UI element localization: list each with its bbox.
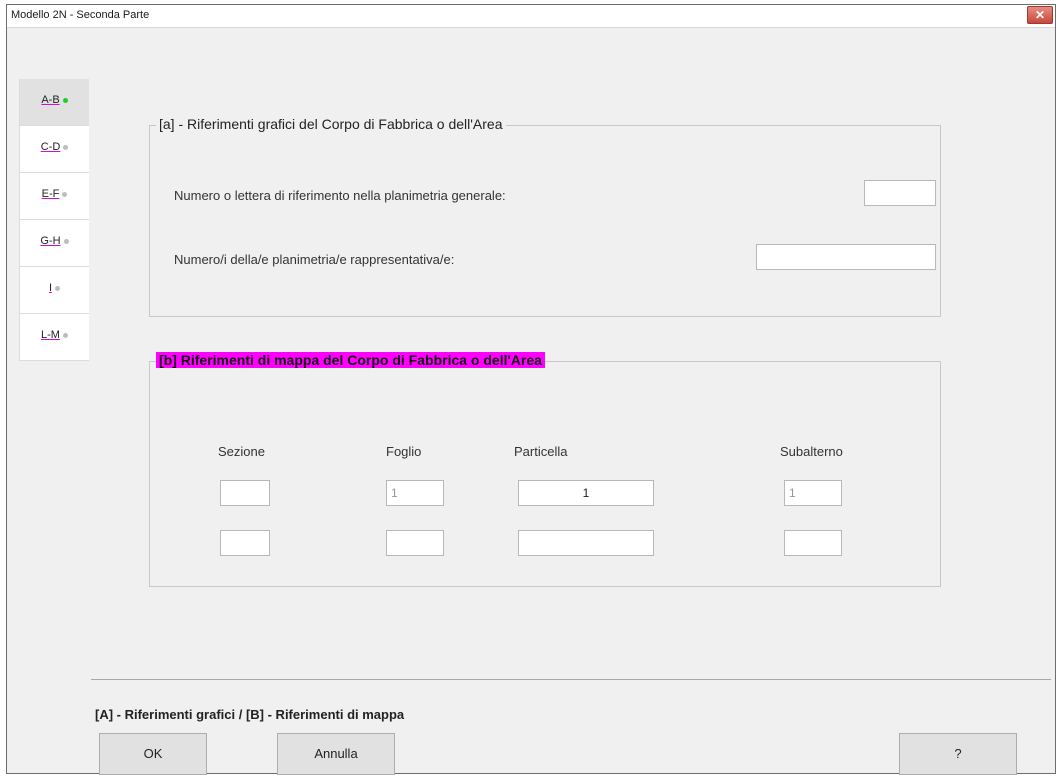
sezione-header: Sezione — [218, 444, 265, 459]
status-dot-icon — [62, 332, 68, 338]
section-b-title: [b] Riferimenti di mappa del Corpo di Fa… — [156, 352, 545, 368]
tab-c-d[interactable]: C-D — [19, 126, 89, 173]
status-dot-icon — [62, 191, 68, 197]
status-dot-icon — [63, 238, 69, 244]
status-dot-icon — [55, 285, 61, 291]
row1-label: Numero o lettera di riferimento nella pl… — [174, 188, 506, 203]
tab-e-f[interactable]: E-F — [19, 173, 89, 220]
tab-i[interactable]: I — [19, 267, 89, 314]
tab-label: I — [48, 282, 53, 294]
title-bar[interactable]: Modello 2N - Seconda Parte ✕ — [7, 5, 1055, 28]
tab-label: C-D — [40, 141, 61, 153]
cancel-button[interactable]: Annulla — [277, 733, 395, 775]
sezione-field-1[interactable] — [220, 480, 270, 506]
footer-legend: [A] - Riferimenti grafici / [B] - Riferi… — [95, 707, 405, 722]
subalterno-field-1[interactable] — [784, 480, 842, 506]
foglio-field-2[interactable] — [386, 530, 444, 556]
particella-field-2[interactable] — [518, 530, 654, 556]
tab-l-m[interactable]: L-M — [19, 314, 89, 361]
particella-field-1[interactable] — [518, 480, 654, 506]
subalterno-field-2[interactable] — [784, 530, 842, 556]
tab-label: A-B — [41, 94, 60, 106]
section-b-group: [b] Riferimenti di mappa del Corpo di Fa… — [149, 352, 941, 587]
particella-header: Particella — [514, 444, 568, 459]
section-a-group: [a] - Riferimenti grafici del Corpo di F… — [149, 116, 941, 317]
tab-g-h[interactable]: G-H — [19, 220, 89, 267]
planimetry-number-field[interactable] — [756, 244, 936, 270]
dialog-window: Modello 2N - Seconda Parte ✕ A-B C-D E-F… — [6, 4, 1056, 775]
section-a-title: [a] - Riferimenti grafici del Corpo di F… — [156, 116, 506, 132]
close-icon: ✕ — [1034, 8, 1046, 22]
tab-a-b[interactable]: A-B — [19, 79, 89, 126]
sezione-field-2[interactable] — [220, 530, 270, 556]
tab-label: E-F — [41, 188, 60, 200]
status-dot-icon — [62, 97, 68, 103]
tab-strip: A-B C-D E-F G-H I L-M — [19, 79, 89, 361]
close-button[interactable]: ✕ — [1027, 6, 1053, 24]
row2-label: Numero/i della/e planimetria/e rappresen… — [174, 252, 455, 267]
subalterno-header: Subalterno — [780, 444, 843, 459]
footer-divider — [91, 679, 1051, 680]
tab-label: G-H — [40, 235, 61, 247]
foglio-field-1[interactable] — [386, 480, 444, 506]
tab-label: L-M — [41, 329, 60, 341]
ok-button[interactable]: OK — [99, 733, 207, 775]
status-dot-icon — [63, 144, 69, 150]
help-button[interactable]: ? — [899, 733, 1017, 775]
foglio-header: Foglio — [386, 444, 422, 459]
window-title: Modello 2N - Seconda Parte — [11, 9, 150, 21]
reference-number-field[interactable] — [864, 180, 936, 206]
